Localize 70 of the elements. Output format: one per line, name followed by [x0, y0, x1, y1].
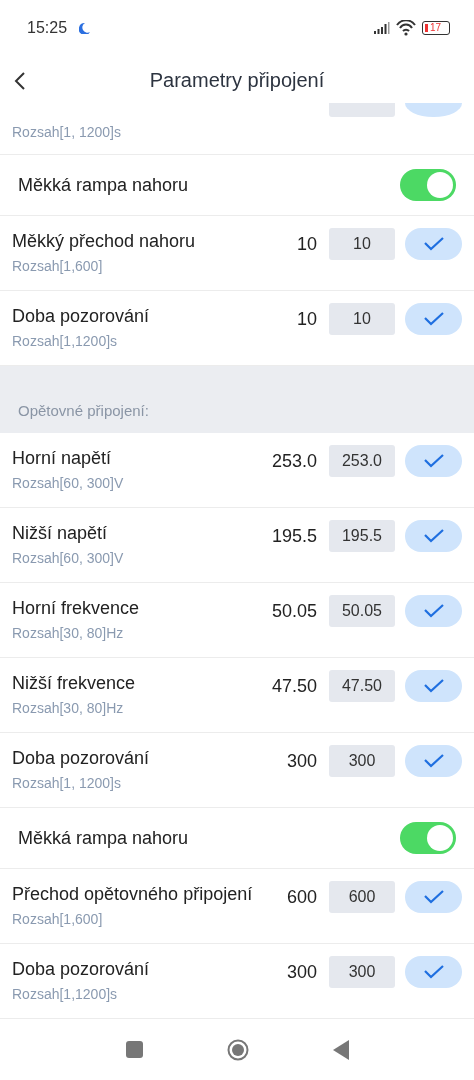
- check-icon: [422, 890, 445, 905]
- current-value: 50.05: [271, 600, 317, 622]
- current-value: 10: [295, 308, 317, 330]
- wifi-icon: [396, 20, 416, 37]
- current-value: 195.5: [271, 525, 317, 547]
- parameter-label: Měkký přechod nahoru: [12, 230, 196, 254]
- check-icon: [422, 754, 445, 769]
- parameter-label: Horní napětí: [12, 447, 113, 471]
- page-title: Parametry připojení: [149, 68, 325, 92]
- check-icon: [422, 604, 445, 619]
- confirm-button[interactable]: [405, 881, 462, 914]
- current-value: 253.0: [271, 450, 317, 472]
- confirm-button[interactable]: [405, 303, 462, 336]
- range-hint: Rozsah[60, 300]V: [12, 550, 124, 567]
- range-hint: Rozsah[60, 300]V: [12, 475, 124, 492]
- range-hint: Rozsah[1,600]: [12, 258, 104, 275]
- current-value: 300: [285, 961, 317, 983]
- parameter-label: Nižší napětí: [12, 522, 109, 546]
- square-icon: [125, 1041, 143, 1059]
- check-icon: [422, 237, 445, 252]
- battery-indicator: 17: [422, 21, 450, 36]
- value-input[interactable]: 50.05: [329, 595, 395, 628]
- range-hint: Rozsah[30, 80]Hz: [12, 700, 125, 717]
- range-hint: Rozsah[1,1200]s: [12, 333, 119, 350]
- current-value: 47.50: [271, 675, 317, 697]
- back-triangle-icon: [332, 1039, 349, 1060]
- parameter-label: Nižší frekvence: [12, 672, 136, 696]
- confirm-button[interactable]: [405, 595, 462, 628]
- check-icon: [422, 679, 445, 694]
- value-input[interactable]: 300: [329, 745, 395, 778]
- value-input[interactable]: 47.50: [329, 670, 395, 703]
- toggle-switch[interactable]: [400, 822, 456, 855]
- clock-time: 15:25: [27, 19, 68, 38]
- range-hint: Rozsah[1, 1200]s: [12, 123, 121, 140]
- toggle-label: Měkká rampa nahoru: [18, 827, 189, 849]
- check-icon: [422, 312, 445, 327]
- value-input[interactable]: 253.0: [329, 445, 395, 478]
- value-input[interactable]: [329, 103, 395, 118]
- section-heading: Opětovné připojení:: [18, 402, 149, 420]
- check-icon: [422, 529, 445, 544]
- check-icon: [422, 454, 445, 469]
- value-input[interactable]: 300: [329, 956, 395, 989]
- range-hint: Rozsah[1,1200]s: [12, 986, 119, 1003]
- current-value: 600: [285, 886, 317, 908]
- parameter-label: Doba pozorování: [12, 305, 150, 329]
- confirm-button[interactable]: [405, 445, 462, 478]
- range-hint: Rozsah[30, 80]Hz: [12, 625, 125, 642]
- toggle-label: Měkká rampa nahoru: [18, 174, 189, 196]
- home-icon: [226, 1038, 249, 1061]
- confirm-button[interactable]: [405, 520, 462, 553]
- value-input[interactable]: 600: [329, 881, 395, 914]
- confirm-button[interactable]: [405, 670, 462, 703]
- value-input[interactable]: 10: [329, 303, 395, 336]
- moon-icon: [79, 22, 92, 35]
- range-hint: Rozsah[1,600]: [12, 911, 104, 928]
- parameter-label: Doba pozorování: [12, 958, 150, 982]
- confirm-button[interactable]: [405, 956, 462, 989]
- current-value: 300: [285, 750, 317, 772]
- parameter-label: Horní frekvence: [12, 597, 140, 621]
- confirm-button[interactable]: [405, 228, 462, 261]
- value-input[interactable]: 195.5: [329, 520, 395, 553]
- check-icon: [422, 965, 445, 980]
- current-value: 10: [295, 233, 317, 255]
- signal-icon: [374, 22, 390, 35]
- parameter-label: Doba pozorování: [12, 747, 150, 771]
- toggle-switch[interactable]: [400, 169, 456, 202]
- confirm-button[interactable]: [405, 745, 462, 778]
- parameter-label: Přechod opětovného připojení: [12, 883, 253, 907]
- range-hint: Rozsah[1, 1200]s: [12, 775, 122, 792]
- value-input[interactable]: 10: [329, 228, 395, 261]
